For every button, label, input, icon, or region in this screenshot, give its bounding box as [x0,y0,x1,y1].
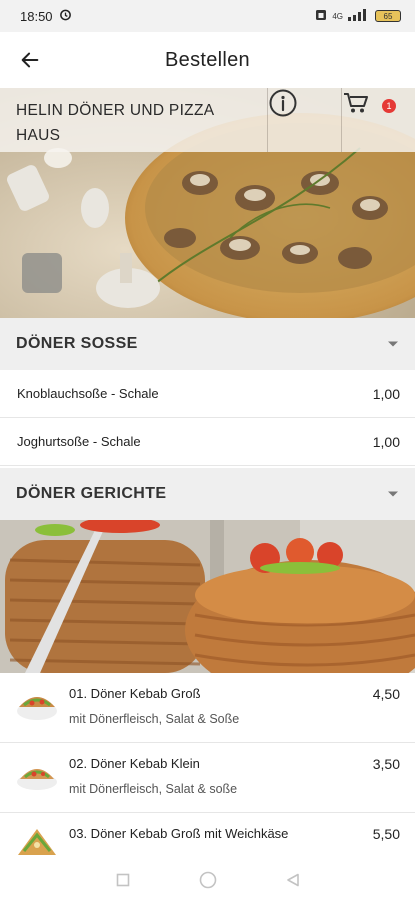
network-type: 4G [332,11,343,21]
shop-name-line2: HAUS [16,127,61,144]
cart-count-badge: 1 [382,99,396,113]
alarm-icon [59,8,72,24]
nav-recents-button[interactable] [111,868,135,892]
dish-thumbnail [17,697,57,720]
category-banner-image [0,520,415,673]
sim-icon [315,9,327,23]
status-time: 18:50 [20,8,53,24]
restaurant-banner-image: HELIN DÖNER UND PIZZA HAUS 1 [0,88,415,318]
battery-icon: 65 [375,10,401,22]
square-icon [116,873,129,887]
status-right: 4G 65 [315,9,401,23]
circle-icon [199,871,216,889]
category-title: DÖNER SOSSE [16,335,138,352]
dish-description: mit Dönerfleisch, Salat & soße [69,782,238,796]
dish-name: 01. Döner Kebab Groß [69,686,201,701]
status-left: 18:50 [20,8,72,24]
category-header-doener-gerichte[interactable]: DÖNER GERICHTE [0,468,415,520]
signal-icon [348,9,370,23]
dish-name: 03. Döner Kebab Groß mit Weichkäse [69,826,289,841]
cart-button[interactable]: 1 [341,88,415,152]
info-icon [269,89,297,117]
battery-level: 65 [383,11,393,21]
dish-item[interactable]: 02. Döner Kebab Klein mit Dönerfleisch, … [0,743,415,813]
dish-price: 3,50 [372,756,400,772]
shop-name-line1: HELIN DÖNER UND PIZZA [16,102,215,119]
back-button[interactable] [14,44,46,76]
chevron-down-icon [388,341,398,347]
dish-price: 4,50 [372,686,400,702]
dish-description: mit Dönerfleisch, Salat & Soße [69,712,240,726]
shop-name: HELIN DÖNER UND PIZZA HAUS [0,88,267,152]
item-name: Knoblauchsoße - Schale [17,386,159,401]
dish-thumbnail [18,829,56,855]
arrow-left-icon [21,52,39,68]
category-title: DÖNER GERICHTE [16,485,167,502]
item-price: 1,00 [372,385,400,402]
cart-icon [344,93,368,113]
triangle-back-icon [286,873,299,887]
chevron-down-icon [388,491,398,497]
item-price: 1,00 [372,433,400,450]
menu-item[interactable]: Knoblauchsoße - Schale 1,00 [0,370,415,418]
app-bar: Bestellen [0,32,415,88]
dish-price: 5,50 [372,826,400,842]
item-name: Joghurtsoße - Schale [17,434,141,449]
category-header-doener-sosse[interactable]: DÖNER SOSSE [0,318,415,370]
nav-back-button[interactable] [281,868,305,892]
page-title: Bestellen [165,48,250,71]
shop-header: HELIN DÖNER UND PIZZA HAUS 1 [0,88,415,152]
nav-home-button[interactable] [196,868,220,892]
menu-item[interactable]: Joghurtsoße - Schale 1,00 [0,418,415,466]
system-nav-bar [0,860,415,900]
dish-thumbnail [17,769,57,790]
dish-name: 02. Döner Kebab Klein [69,756,200,771]
info-button[interactable] [267,88,341,152]
dish-item[interactable]: 01. Döner Kebab Groß mit Dönerfleisch, S… [0,673,415,743]
status-bar: 18:50 4G 65 [0,0,415,32]
